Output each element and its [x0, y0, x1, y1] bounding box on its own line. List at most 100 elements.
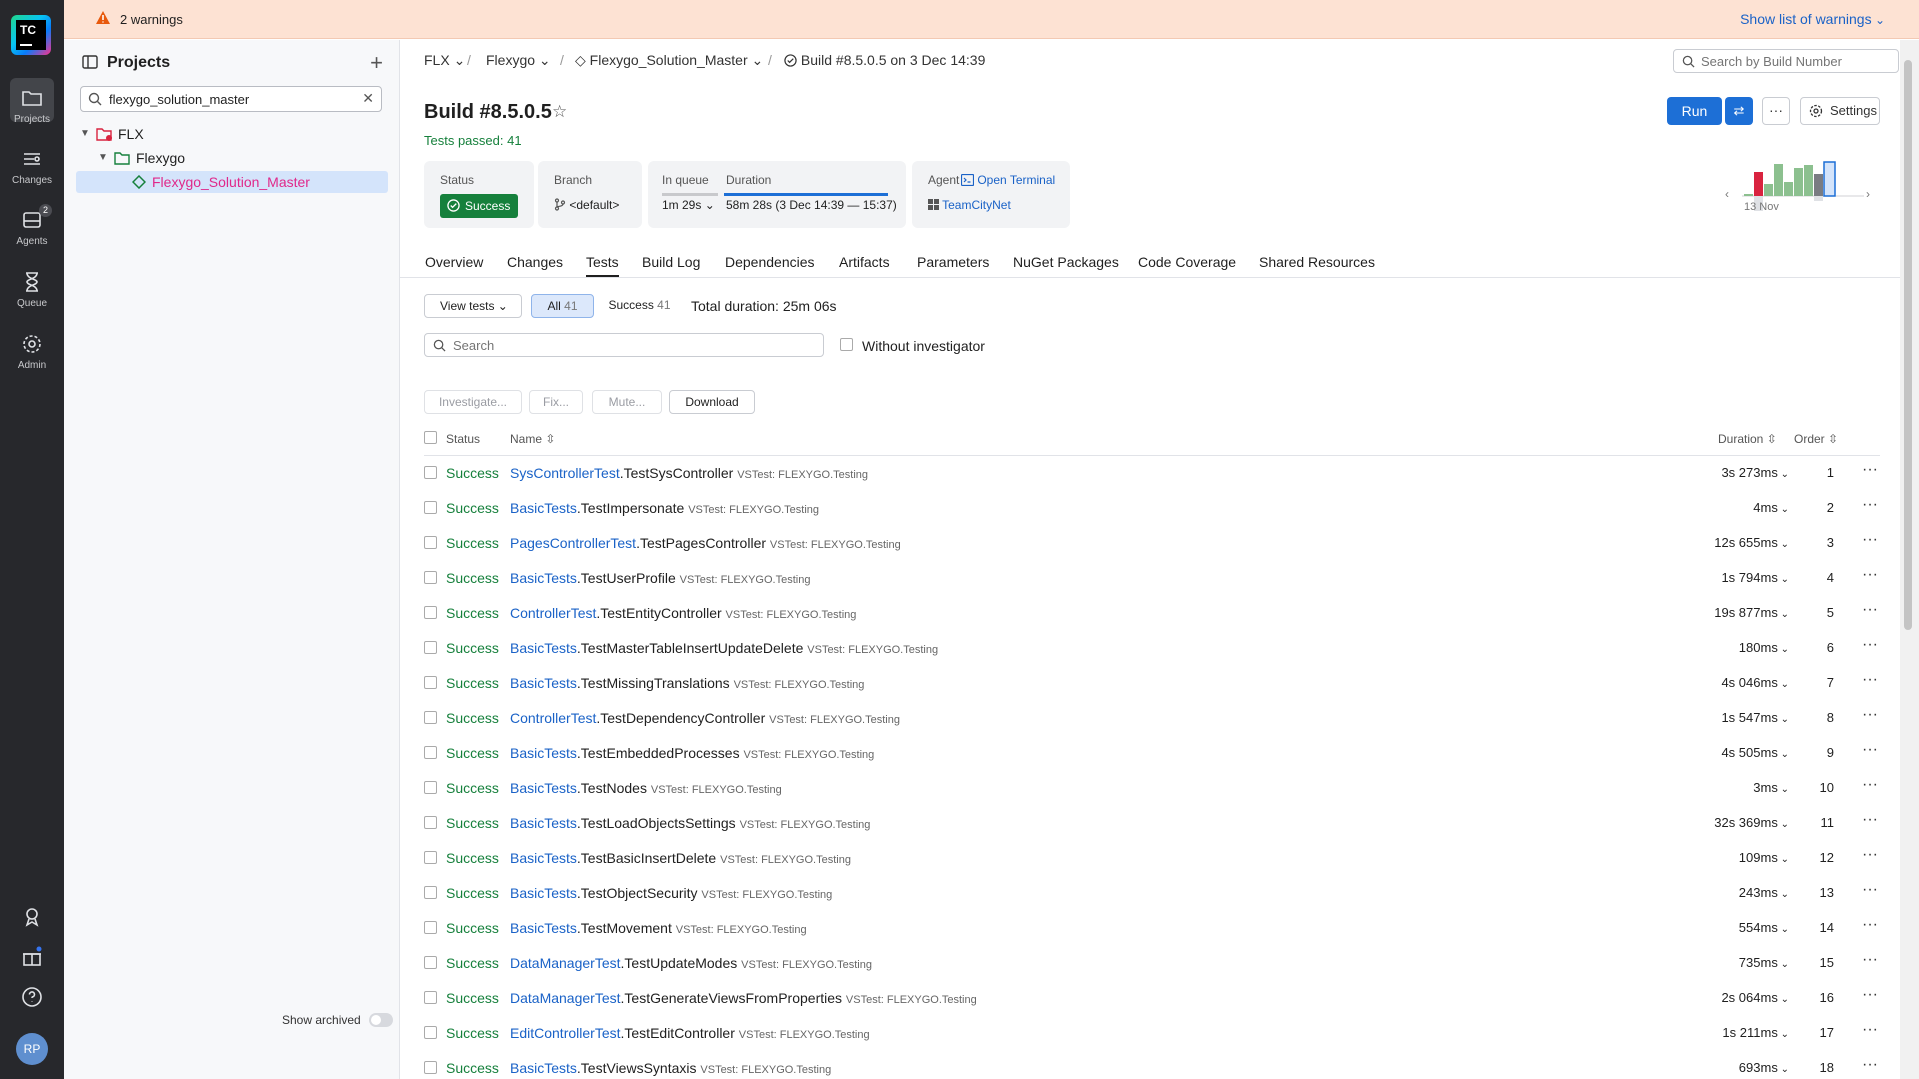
teamcity-logo[interactable]: TC: [11, 15, 51, 55]
test-duration[interactable]: 180ms: [1669, 640, 1789, 655]
sidebar-toggle-icon[interactable]: [82, 55, 98, 69]
row-checkbox[interactable]: [424, 466, 437, 479]
test-name[interactable]: BasicTests.TestViewsSyntaxis VSTest: FLE…: [510, 1060, 831, 1076]
test-class-link[interactable]: EditControllerTest: [510, 1025, 621, 1041]
tree-item-flexygo-solution-master[interactable]: Flexygo_Solution_Master: [76, 171, 388, 193]
row-checkbox[interactable]: [424, 921, 437, 934]
row-more-icon[interactable]: ···: [1860, 706, 1880, 724]
test-name[interactable]: BasicTests.TestLoadObjectsSettings VSTes…: [510, 815, 870, 831]
table-row[interactable]: Success BasicTests.TestMissingTranslation…: [424, 666, 1880, 701]
test-name[interactable]: BasicTests.TestObjectSecurity VSTest: FL…: [510, 885, 832, 901]
row-checkbox[interactable]: [424, 536, 437, 549]
test-class-link[interactable]: ControllerTest: [510, 710, 596, 726]
tab-dependencies[interactable]: Dependencies: [725, 254, 815, 270]
test-class-link[interactable]: DataManagerTest: [510, 955, 621, 971]
test-class-link[interactable]: BasicTests: [510, 850, 577, 866]
star-icon[interactable]: ☆: [552, 102, 567, 122]
table-row[interactable]: Success BasicTests.TestViewsSyntaxis VSTe…: [424, 1051, 1880, 1079]
row-checkbox[interactable]: [424, 851, 437, 864]
test-duration[interactable]: 4ms: [1669, 500, 1789, 515]
test-duration[interactable]: 19s 877ms: [1669, 605, 1789, 620]
branch-value[interactable]: <default>: [554, 198, 619, 212]
build-number-search[interactable]: [1673, 49, 1899, 73]
table-row[interactable]: Success BasicTests.TestNodes VSTest: FLEX…: [424, 771, 1880, 806]
row-more-icon[interactable]: ···: [1860, 741, 1880, 759]
tree-item-flx[interactable]: ▼ FLX: [76, 123, 388, 145]
fix-button[interactable]: Fix...: [529, 390, 583, 414]
row-checkbox[interactable]: [424, 816, 437, 829]
settings-button[interactable]: Settings: [1800, 97, 1880, 125]
chevron-down-icon[interactable]: ▼: [80, 123, 90, 145]
agent-name-link[interactable]: TeamCityNet: [928, 198, 1011, 212]
show-archived-toggle[interactable]: [369, 1013, 393, 1027]
test-search-field[interactable]: [424, 333, 824, 357]
nav-whats-new[interactable]: [0, 945, 64, 973]
row-checkbox[interactable]: [424, 746, 437, 759]
clear-search-icon[interactable]: ✕: [362, 90, 374, 107]
test-duration[interactable]: 32s 369ms: [1669, 815, 1789, 830]
project-search-field[interactable]: ✕: [80, 86, 382, 112]
row-more-icon[interactable]: ···: [1860, 496, 1880, 514]
row-more-icon[interactable]: ···: [1860, 531, 1880, 549]
test-class-link[interactable]: BasicTests: [510, 500, 577, 516]
test-duration[interactable]: 735ms: [1669, 955, 1789, 970]
row-checkbox[interactable]: [424, 956, 437, 969]
test-class-link[interactable]: BasicTests: [510, 1060, 577, 1076]
row-more-icon[interactable]: ···: [1860, 916, 1880, 934]
test-class-link[interactable]: BasicTests: [510, 920, 577, 936]
test-duration[interactable]: 1s 547ms: [1669, 710, 1789, 725]
nav-queue[interactable]: Queue: [0, 270, 64, 309]
row-more-icon[interactable]: ···: [1860, 986, 1880, 1004]
test-name[interactable]: BasicTests.TestMissingTranslations VSTes…: [510, 675, 864, 691]
test-name[interactable]: BasicTests.TestNodes VSTest: FLEXYGO.Tes…: [510, 780, 782, 796]
table-row[interactable]: Success BasicTests.TestImpersonate VSTest…: [424, 491, 1880, 526]
table-row[interactable]: Success DataManagerTest.TestGenerateViews…: [424, 981, 1880, 1016]
test-name[interactable]: BasicTests.TestImpersonate VSTest: FLEXY…: [510, 500, 819, 516]
table-row[interactable]: Success BasicTests.TestLoadObjectsSetting…: [424, 806, 1880, 841]
nav-admin[interactable]: Admin: [0, 332, 64, 371]
table-row[interactable]: Success BasicTests.TestMovement VSTest: F…: [424, 911, 1880, 946]
tab-overview[interactable]: Overview: [425, 254, 483, 270]
row-checkbox[interactable]: [424, 571, 437, 584]
row-more-icon[interactable]: ···: [1860, 671, 1880, 689]
row-checkbox[interactable]: [424, 641, 437, 654]
row-more-icon[interactable]: ···: [1860, 461, 1880, 479]
row-more-icon[interactable]: ···: [1860, 951, 1880, 969]
row-more-icon[interactable]: ···: [1860, 881, 1880, 899]
scrollbar-thumb[interactable]: [1904, 60, 1912, 630]
history-prev-icon[interactable]: ‹: [1725, 187, 1729, 201]
mute-button[interactable]: Mute...: [592, 390, 662, 414]
without-investigator-checkbox[interactable]: [840, 338, 853, 351]
row-checkbox[interactable]: [424, 886, 437, 899]
test-duration[interactable]: 554ms: [1669, 920, 1789, 935]
test-name[interactable]: EditControllerTest.TestEditController VS…: [510, 1025, 870, 1041]
test-duration[interactable]: 1s 211ms: [1669, 1025, 1789, 1040]
table-row[interactable]: Success ControllerTest.TestEntityControll…: [424, 596, 1880, 631]
select-all-checkbox[interactable]: [424, 431, 437, 444]
row-more-icon[interactable]: ···: [1860, 566, 1880, 584]
test-class-link[interactable]: BasicTests: [510, 885, 577, 901]
test-class-link[interactable]: PagesControllerTest: [510, 535, 636, 551]
table-row[interactable]: Success ControllerTest.TestDependencyCont…: [424, 701, 1880, 736]
table-row[interactable]: Success BasicTests.TestMasterTableInsertU…: [424, 631, 1880, 666]
column-duration[interactable]: Duration ⇳: [1718, 432, 1777, 446]
row-checkbox[interactable]: [424, 606, 437, 619]
row-checkbox[interactable]: [424, 676, 437, 689]
test-class-link[interactable]: ControllerTest: [510, 605, 596, 621]
test-class-link[interactable]: BasicTests: [510, 570, 577, 586]
nav-projects[interactable]: Projects: [0, 86, 64, 125]
test-duration[interactable]: 12s 655ms: [1669, 535, 1789, 550]
tab-tests[interactable]: Tests: [586, 254, 619, 277]
test-duration[interactable]: 243ms: [1669, 885, 1789, 900]
test-name[interactable]: DataManagerTest.TestUpdateModes VSTest: …: [510, 955, 872, 971]
view-tests-dropdown[interactable]: View tests ⌄: [424, 294, 522, 318]
table-row[interactable]: Success DataManagerTest.TestUpdateModes V…: [424, 946, 1880, 981]
nav-help[interactable]: [0, 985, 64, 1013]
test-name[interactable]: BasicTests.TestMasterTableInsertUpdateDe…: [510, 640, 938, 656]
show-warnings-link[interactable]: Show list of warnings: [1740, 11, 1885, 27]
test-name[interactable]: BasicTests.TestUserProfile VSTest: FLEXY…: [510, 570, 810, 586]
test-name[interactable]: PagesControllerTest.TestPagesController …: [510, 535, 901, 551]
column-order[interactable]: Order ⇳: [1794, 432, 1838, 446]
in-queue-value[interactable]: 1m 29s ⌄: [662, 198, 715, 212]
test-duration[interactable]: 3ms: [1669, 780, 1789, 795]
